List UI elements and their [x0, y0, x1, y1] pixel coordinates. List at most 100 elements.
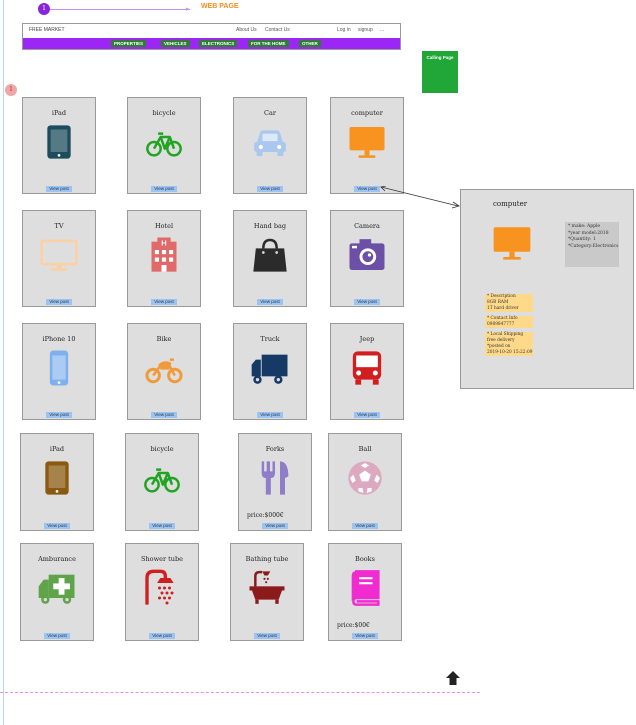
view-post-button[interactable]: View post: [254, 633, 280, 639]
bicycle-icon: [144, 122, 184, 162]
motorbike-icon: [144, 348, 184, 388]
flow-step-marker: 1: [38, 3, 50, 15]
category-other[interactable]: OTHER: [299, 40, 321, 47]
product-title: Books: [355, 555, 375, 563]
truck-icon: [250, 348, 290, 388]
tablet-icon: [37, 458, 77, 498]
product-title: iPhone 10: [42, 335, 76, 343]
view-post-button[interactable]: View post: [151, 186, 177, 192]
view-post-button[interactable]: View post: [151, 299, 177, 305]
arrow-up-icon[interactable]: [444, 670, 462, 686]
product-title: Hand bag: [253, 222, 287, 230]
product-title: TV: [54, 222, 64, 230]
product-card: Jeep View post: [330, 323, 404, 420]
product-card: Camera View post: [330, 210, 404, 307]
view-post-button[interactable]: View post: [354, 186, 380, 192]
view-post-button[interactable]: View post: [44, 633, 70, 639]
post-detail-panel: computer * make: Apple *year model:2018 …: [460, 189, 634, 389]
product-title: Bathing tube: [245, 555, 289, 563]
product-title: Shower tube: [141, 555, 183, 563]
product-card: Ball View post: [328, 433, 402, 531]
detail-title: computer: [493, 200, 528, 208]
product-card: bicycle View post: [127, 97, 201, 194]
hotel-icon: H: [144, 235, 184, 275]
product-title: iPad: [51, 109, 67, 117]
book-icon: [345, 568, 385, 608]
bicycle-icon: [142, 458, 182, 498]
connector-arrow: [380, 186, 460, 209]
view-post-button[interactable]: View post: [46, 412, 72, 418]
view-post-button[interactable]: View post: [149, 633, 175, 639]
fork-knife-icon: [255, 458, 295, 498]
view-post-button[interactable]: View post: [257, 299, 283, 305]
view-post-button[interactable]: View post: [46, 186, 72, 192]
spec-category: *Category:Electronics: [568, 243, 619, 249]
view-post-button[interactable]: View post: [257, 186, 283, 192]
bus-icon: [347, 348, 387, 388]
product-price: price:$00€: [337, 622, 370, 629]
view-post-button[interactable]: View post: [46, 299, 72, 305]
product-card: Truck View post: [233, 323, 307, 420]
flow-line: [50, 9, 190, 10]
phone-icon: [39, 348, 79, 388]
product-card: Amburance View post: [20, 543, 94, 641]
shower-icon: [142, 568, 182, 608]
bathtub-icon: [247, 568, 287, 608]
camera-icon: [347, 235, 387, 275]
view-post-button[interactable]: View post: [151, 412, 177, 418]
view-post-button[interactable]: View post: [149, 523, 175, 529]
category-for-the-home[interactable]: FOR THE HOME: [248, 40, 289, 47]
product-card: Bike View post: [127, 323, 201, 420]
monitor-icon: [489, 222, 539, 268]
product-card: Shower tube View post: [125, 543, 199, 641]
flow-step-marker-2: 1: [5, 84, 17, 96]
product-title: Bike: [156, 335, 172, 343]
view-post-button[interactable]: View post: [354, 412, 380, 418]
product-card: TV View post: [22, 210, 96, 307]
view-post-button[interactable]: View post: [44, 523, 70, 529]
nav-signup[interactable]: signup: [358, 27, 373, 33]
view-post-button[interactable]: View post: [352, 633, 378, 639]
flow-arrow-icon: ▸: [186, 5, 190, 13]
svg-text:H: H: [161, 238, 166, 247]
nav-about-us[interactable]: About Us: [236, 27, 257, 33]
calling-page-block[interactable]: Calling Page: [422, 51, 458, 93]
product-title: bicycle: [152, 109, 176, 117]
ambulance-icon: [37, 568, 77, 608]
page-title: WEB PAGE: [201, 3, 239, 10]
product-title: Forks: [265, 445, 285, 453]
product-title: bicycle: [150, 445, 174, 453]
view-post-button[interactable]: View post: [257, 412, 283, 418]
detail-specs: * make: Apple *year model:2018 *Quantity…: [565, 222, 619, 267]
brand-name[interactable]: FREE MARKET: [29, 27, 65, 33]
product-price: price:$000€: [247, 512, 284, 519]
product-title: Amburance: [38, 555, 76, 563]
category-vehicles[interactable]: VEHICLES: [161, 40, 190, 47]
view-post-button[interactable]: View post: [262, 523, 288, 529]
product-card: Hotel H View post: [127, 210, 201, 307]
monitor-icon: [347, 122, 387, 162]
view-post-button[interactable]: View post: [354, 299, 380, 305]
tv-icon: [39, 235, 79, 275]
product-card: bicycle View post: [125, 433, 199, 531]
product-card: computer View post: [330, 97, 404, 194]
nav-more[interactable]: ...: [380, 27, 384, 33]
category-navbar: PROPERTIES VEHICLES ELECTRONICS FOR THE …: [23, 38, 400, 49]
product-title: Ball: [358, 445, 372, 453]
product-card: iPad View post: [22, 97, 96, 194]
product-title: Jeep: [359, 335, 375, 343]
page-left-rule: [3, 0, 4, 725]
nav-contact-us[interactable]: Contact Us: [265, 27, 290, 33]
product-card: iPad View post: [20, 433, 94, 531]
category-properties[interactable]: PROPERTIES: [111, 40, 147, 47]
tablet-icon: [39, 122, 79, 162]
product-title: Truck: [260, 335, 280, 343]
nav-log-in[interactable]: Log in: [337, 27, 351, 33]
car-icon: [250, 122, 290, 162]
view-post-button[interactable]: View post: [352, 523, 378, 529]
product-card: iPhone 10 View post: [22, 323, 96, 420]
product-title: Car: [264, 109, 276, 117]
product-title: Camera: [354, 222, 380, 230]
site-header: FREE MARKET About Us Contact Us Log in s…: [22, 23, 401, 50]
category-electronics[interactable]: ELECTRONICS: [199, 40, 238, 47]
